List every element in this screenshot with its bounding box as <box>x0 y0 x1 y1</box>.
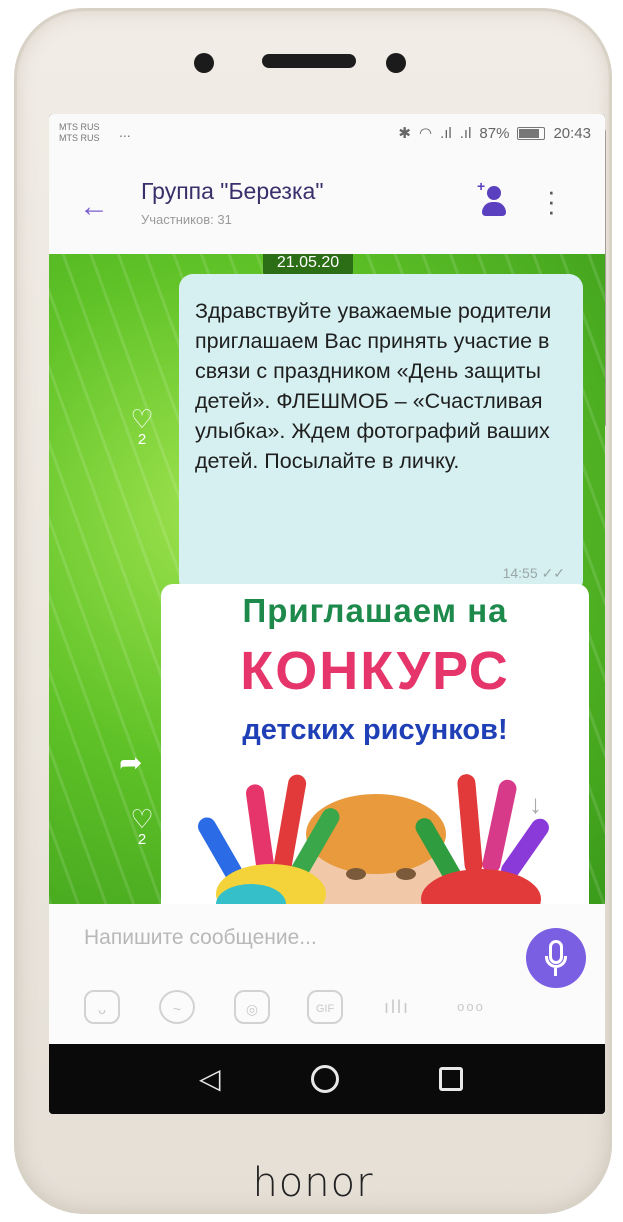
share-icon[interactable]: ➦ <box>119 746 149 778</box>
signal-icon-2: .ıl <box>459 124 472 142</box>
read-check-icon: ✓✓ <box>541 565 565 581</box>
microphone-foot <box>554 968 557 976</box>
battery-icon <box>517 126 546 140</box>
image-text-line-1: Приглашаем на <box>242 592 508 629</box>
sticker-icon[interactable]: ᴗ <box>84 990 120 1024</box>
like-button[interactable]: ♡ 2 <box>127 404 157 448</box>
nav-home-icon[interactable] <box>311 1065 339 1093</box>
chat-area[interactable]: 21.05.20 Здравствуйте уважаемые родители… <box>49 254 605 904</box>
clock: 20:43 <box>553 124 591 142</box>
status-bar: MTS RUS MTS RUS ... ✱ ◠ .ıl .ıl 87% 20:4… <box>49 114 605 160</box>
more-dots-icon[interactable]: ooo <box>453 990 489 1024</box>
bluetooth-icon: ✱ <box>398 125 411 142</box>
chat-title[interactable]: Группа "Березка" <box>141 178 323 205</box>
nav-recent-icon[interactable] <box>439 1067 463 1091</box>
image-message[interactable]: Приглашаем на КОНКУРС детских рисунков! <box>161 584 589 904</box>
earpiece-speaker <box>262 54 356 68</box>
microphone-button[interactable] <box>526 928 586 988</box>
status-icons: ✱ ◠ .ıl .ıl 87% 20:43 <box>398 124 591 143</box>
system-nav-bar: ◁ <box>49 1044 605 1114</box>
front-camera <box>194 53 214 73</box>
carrier-labels: MTS RUS MTS RUS <box>59 122 100 144</box>
carrier-2: MTS RUS <box>59 133 100 143</box>
message-text: Здравствуйте уважаемые родители приглаша… <box>195 299 552 473</box>
heart-icon: ♡ <box>130 804 154 834</box>
person-head <box>487 186 501 200</box>
plus-icon: + <box>477 178 486 194</box>
image-text-line-2: КОНКУРС <box>240 641 510 701</box>
add-member-icon[interactable]: + <box>477 178 509 222</box>
message-time: 14:55 ✓✓ <box>503 565 565 582</box>
brand-logo: honor <box>252 1160 374 1206</box>
image-icon[interactable]: ~ <box>159 990 195 1024</box>
more-vertical-icon[interactable]: · · · <box>547 178 556 224</box>
message-bubble[interactable]: Здравствуйте уважаемые родители приглаша… <box>179 274 583 594</box>
heart-icon: ♡ <box>130 404 154 434</box>
download-icon[interactable]: ↓ <box>529 789 542 820</box>
like-button-image[interactable]: ♡ 2 <box>127 804 157 848</box>
chat-header: ← Группа "Березка" Участников: 31 + · · · <box>49 160 605 255</box>
carrier-dots: ... <box>119 124 131 140</box>
audio-wave-icon[interactable]: ıllı <box>379 990 415 1024</box>
wifi-icon: ◠ <box>418 125 433 142</box>
phone-body: MTS RUS MTS RUS ... ✱ ◠ .ıl .ıl 87% 20:4… <box>14 8 612 1214</box>
arrow-left-icon[interactable]: ← <box>79 190 109 224</box>
microphone-stand <box>545 956 567 968</box>
gif-icon[interactable]: GIF <box>307 990 343 1024</box>
image-text-line-3: детских рисунков! <box>242 714 508 746</box>
carrier-1: MTS RUS <box>59 122 100 132</box>
camera-icon[interactable]: ◎ <box>234 990 270 1024</box>
painted-hands-illustration <box>198 774 549 904</box>
phone-screen: MTS RUS MTS RUS ... ✱ ◠ .ıl .ıl 87% 20:4… <box>49 114 605 1114</box>
time-label: 14:55 <box>502 565 538 581</box>
message-input[interactable]: Напишите сообщение... <box>84 926 317 950</box>
person-body <box>482 202 506 216</box>
message-composer: Напишите сообщение... ᴗ ~ ◎ GIF ıllı ooo <box>49 904 605 1044</box>
nav-back-icon[interactable]: ◁ <box>199 1062 221 1095</box>
signal-icon: .ıl <box>440 124 452 142</box>
front-sensor <box>386 53 406 73</box>
battery-percent: 87% <box>479 124 510 142</box>
date-separator: 21.05.20 <box>263 254 353 276</box>
participants-count: Участников: 31 <box>141 212 232 227</box>
